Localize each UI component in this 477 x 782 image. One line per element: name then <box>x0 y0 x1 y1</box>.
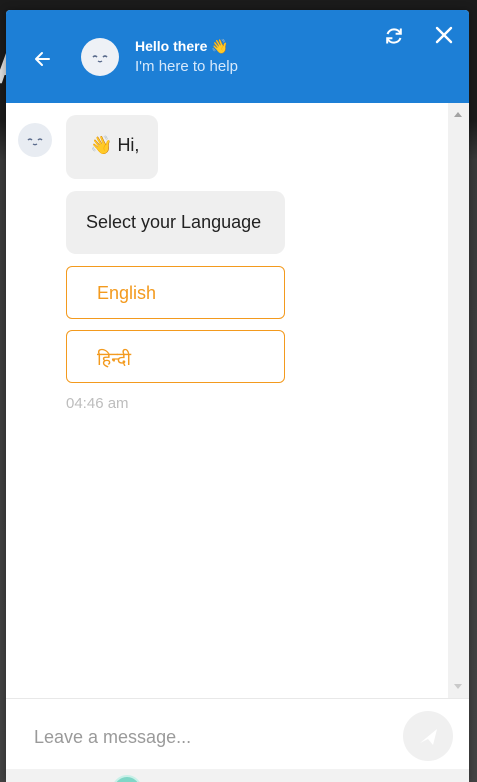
chat-widget: Hello there 👋 I'm here to help 👋 Hi, Sel… <box>6 10 469 782</box>
message-input[interactable] <box>32 713 376 761</box>
option-english-button[interactable]: English <box>66 266 285 319</box>
bot-face-icon <box>92 55 108 63</box>
message-list[interactable]: 👋 Hi, Select your Language English हिन्द… <box>6 103 469 698</box>
option-label: English <box>97 283 157 303</box>
chat-header: Hello there 👋 I'm here to help <box>6 10 469 103</box>
bot-avatar <box>81 38 119 76</box>
footer-branding <box>6 769 469 782</box>
arrow-left-icon <box>35 52 50 66</box>
message-text: Select your Language <box>86 212 262 232</box>
message-bubble: Select your Language <box>66 191 285 254</box>
scroll-up-arrow-icon[interactable] <box>454 112 462 117</box>
close-icon <box>435 26 453 44</box>
option-label: हिन्दी <box>97 349 132 369</box>
scroll-down-arrow-icon[interactable] <box>454 684 462 689</box>
bot-avatar-small <box>18 123 52 157</box>
send-icon <box>420 729 437 745</box>
refresh-icon <box>386 28 402 44</box>
message-timestamp: 04:46 am <box>66 395 129 412</box>
wave-icon: 👋 <box>211 39 229 55</box>
message-text: 👋 Hi, <box>90 135 139 156</box>
bot-face-icon <box>27 138 43 146</box>
brand-logo-icon <box>112 775 142 782</box>
send-button[interactable] <box>403 711 453 761</box>
header-title-text: Hello there <box>135 38 208 54</box>
wave-icon: 👋 <box>90 135 113 156</box>
back-button[interactable] <box>30 46 56 72</box>
message-bubble: 👋 Hi, <box>66 115 158 179</box>
option-hindi-button[interactable]: हिन्दी <box>66 330 285 383</box>
header-title: Hello there 👋 <box>135 38 229 55</box>
header-subtitle: I'm here to help <box>135 58 238 75</box>
greeting-text: Hi, <box>117 135 140 155</box>
close-button[interactable] <box>433 24 455 46</box>
scrollbar[interactable] <box>448 103 469 698</box>
refresh-button[interactable] <box>382 24 406 48</box>
